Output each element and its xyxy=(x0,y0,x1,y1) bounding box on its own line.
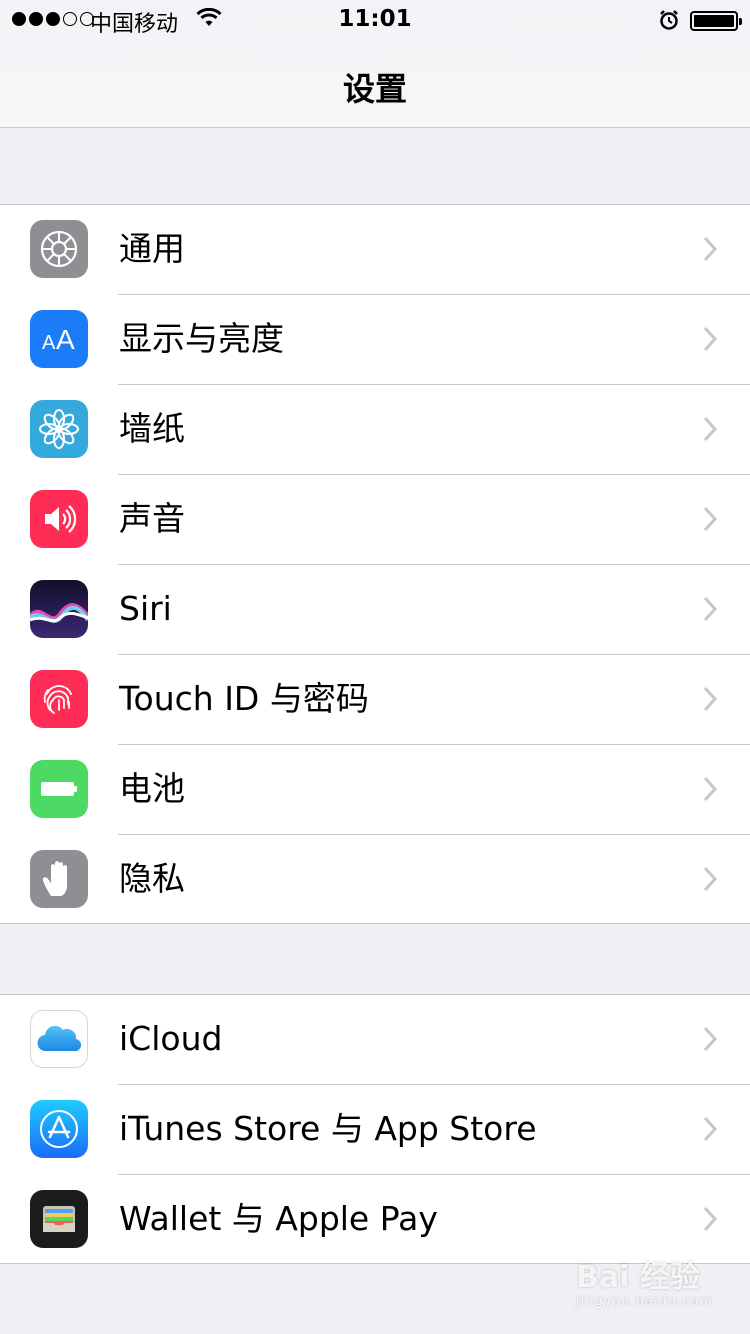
settings-group-1: 通用 A A 显示与亮度 墙纸 声音 Siri Touch ID 与密码 电池 … xyxy=(0,204,750,924)
chevron-right-icon xyxy=(703,1026,718,1052)
settings-row-label: Wallet 与 Apple Pay xyxy=(119,1199,438,1238)
fingerprint-icon xyxy=(30,670,88,728)
svg-text:A: A xyxy=(56,324,75,355)
settings-row-app-store[interactable]: iTunes Store 与 App Store xyxy=(0,1085,750,1175)
chevron-right-icon xyxy=(703,1116,718,1142)
settings-row-label: 显示与亮度 xyxy=(119,319,284,358)
watermark-url: jingyan.baidu.com xyxy=(576,1294,713,1309)
settings-row-wallpaper[interactable]: 墙纸 xyxy=(0,385,750,475)
speaker-icon xyxy=(30,490,88,548)
status-bar: 中国移动 11:01 xyxy=(0,0,750,40)
alarm-icon xyxy=(660,10,678,30)
settings-group-2: iCloud iTunes Store 与 App Store Wallet 与… xyxy=(0,994,750,1264)
settings-row-label: iCloud xyxy=(119,1019,223,1058)
battery-icon xyxy=(30,760,88,818)
gear-icon xyxy=(30,220,88,278)
chevron-right-icon xyxy=(703,506,718,532)
settings-row-label: 隐私 xyxy=(119,859,185,898)
settings-row-label: Touch ID 与密码 xyxy=(119,679,369,718)
settings-row-siri[interactable]: Siri xyxy=(0,565,750,655)
flower-icon xyxy=(30,400,88,458)
svg-text:A: A xyxy=(42,332,56,354)
settings-row-label: 通用 xyxy=(119,229,185,268)
settings-row-label: 声音 xyxy=(119,499,185,538)
settings-row-icloud[interactable]: iCloud xyxy=(0,995,750,1085)
chevron-right-icon xyxy=(703,776,718,802)
chevron-right-icon xyxy=(703,236,718,262)
chevron-right-icon xyxy=(703,326,718,352)
settings-row-label: 墙纸 xyxy=(119,409,185,448)
text-size-icon: A A xyxy=(30,310,88,368)
chevron-right-icon xyxy=(703,1206,718,1232)
chevron-right-icon xyxy=(703,866,718,892)
watermark-brand: Bai 经验 xyxy=(576,1260,700,1295)
chevron-right-icon xyxy=(703,416,718,442)
settings-row-sounds[interactable]: 声音 xyxy=(0,475,750,565)
top-bar: 中国移动 11:01 设置 xyxy=(0,0,750,128)
status-time: 11:01 xyxy=(338,6,412,32)
baidu-jingyan-watermark: Bai 经验 jingyan.baidu.com xyxy=(576,1252,713,1309)
hand-icon xyxy=(30,850,88,908)
settings-row-label: 电池 xyxy=(119,769,185,808)
chevron-right-icon xyxy=(703,686,718,712)
cloud-icon xyxy=(30,1010,88,1068)
app-store-icon xyxy=(30,1100,88,1158)
settings-row-general[interactable]: 通用 xyxy=(0,205,750,295)
page-title: 设置 xyxy=(342,70,407,108)
chevron-right-icon xyxy=(703,596,718,622)
settings-row-label: iTunes Store 与 App Store xyxy=(119,1109,537,1148)
settings-row-touch-id[interactable]: Touch ID 与密码 xyxy=(0,655,750,745)
settings-row-privacy[interactable]: 隐私 xyxy=(0,835,750,925)
battery-status-icon xyxy=(690,11,742,31)
settings-row-label: Siri xyxy=(119,589,172,628)
settings-row-battery[interactable]: 电池 xyxy=(0,745,750,835)
wallet-icon xyxy=(30,1190,88,1248)
settings-row-display[interactable]: A A 显示与亮度 xyxy=(0,295,750,385)
siri-icon xyxy=(30,580,88,638)
